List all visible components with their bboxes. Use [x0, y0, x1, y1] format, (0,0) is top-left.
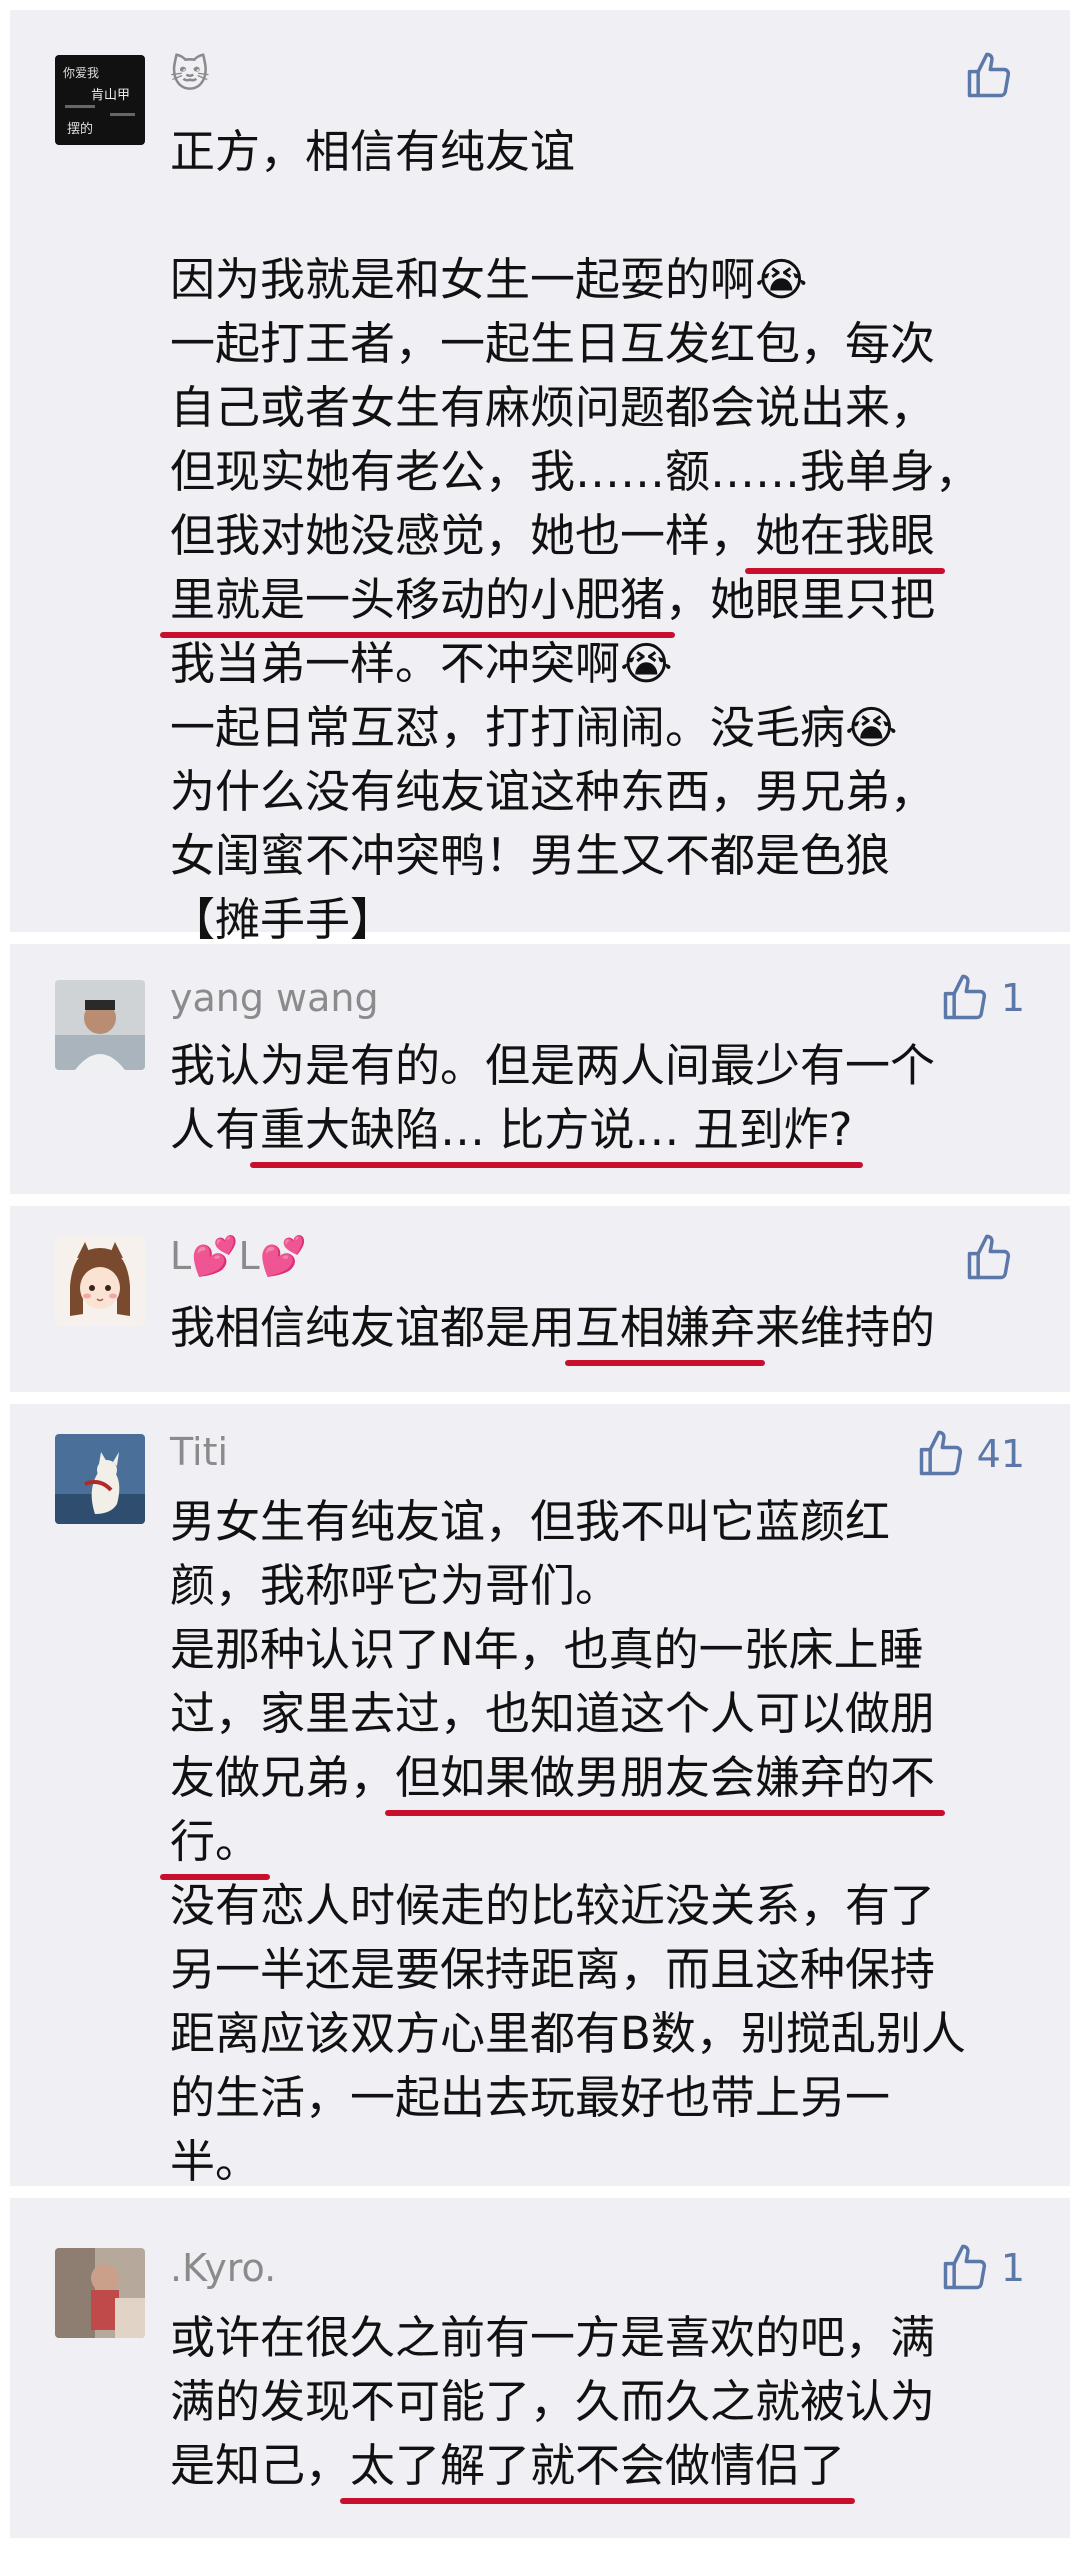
underlined-text: 但如果做男朋友会嫌弃的不 [385, 1746, 946, 1816]
like-button[interactable]: 1 [939, 2242, 1025, 2294]
avatar[interactable] [55, 1236, 145, 1326]
underlined-text: 她在我眼 [745, 504, 946, 574]
thumbs-up-icon [943, 2244, 986, 2290]
text-line: 为什么没有纯友谊这种东西，男兄弟， [170, 765, 936, 818]
underlined-text: 太了解了就不会做情侣了 [340, 2434, 856, 2504]
text-line: 友做兄弟，但如果做男朋友会嫌弃的不 [170, 1746, 1050, 1816]
like-count: 1 [1000, 2246, 1025, 2290]
text-line: 或许在很久之前有一方是喜欢的吧，满 [170, 2311, 936, 2364]
comment-card: L💕L💕 我相信纯友谊都是用互相嫌弃来维持的 [10, 1206, 1070, 1392]
like-button[interactable]: 1 [939, 972, 1025, 1024]
comment-text: 我认为是有的。但是两人间最少有一个 人有重大缺陷… 比方说… 丑到炸? [170, 1034, 1050, 1168]
comment-card: yang wang 1 我认为是有的。但是两人间最少有一个 人有重大缺陷… 比方… [10, 944, 1070, 1194]
text-segment: 我相信纯友谊都是用 [170, 1301, 576, 1354]
underlined-text: 里就是一头移动的小肥猪 [159, 568, 676, 638]
underlined-text: 重大缺陷… 比方说… 丑到炸? [250, 1098, 863, 1168]
text-line: 自己或者女生有麻烦问题都会说出来， [170, 381, 936, 434]
text-line: 距离应该双方心里都有B数，别搅乱别人 [170, 2007, 966, 2060]
comment-card: Titi 41 男女生有纯友谊，但我不叫它蓝颜红 颜，我称呼它为哥们。 是那种认… [10, 1404, 1070, 2188]
underlined-text: 互相嫌弃 [565, 1296, 766, 1366]
like-button[interactable]: 41 [915, 1428, 1025, 1480]
text-segment: 人有 [170, 1103, 261, 1156]
text-line: 因为我就是和女生一起耍的啊😭 [170, 253, 808, 306]
comment-text: 正方，相信有纯友谊 因为我就是和女生一起耍的啊😭 一起打王者，一起生日互发红包，… [159, 120, 1050, 952]
text-line: 但现实她有老公，我……额……我单身， [170, 445, 981, 498]
text-segment: 是知己， [170, 2439, 351, 2492]
text-segment: ，她眼里只把 [665, 573, 936, 626]
like-count: 41 [976, 1432, 1025, 1476]
underlined-text: 行。 [159, 1810, 271, 1880]
text-line: 过，家里去过，也知道这个人可以做朋 [170, 1687, 936, 1740]
text-line: 女闺蜜不冲突鸭！男生又不都是色狼 [170, 829, 891, 882]
text-line: 我相信纯友谊都是用互相嫌弃来维持的 [170, 1296, 1050, 1366]
text-line: 但我对她没感觉，她也一样，她在我眼 [170, 504, 1050, 574]
avatar[interactable] [55, 1434, 145, 1524]
username[interactable]: Titi [170, 1430, 228, 1474]
text-line: 一起日常互怼，打打闹闹。没毛病😭 [170, 701, 898, 754]
text-segment: 但我对她没感觉，她也一样， [170, 509, 756, 562]
comment-card: .Kyro. 1 或许在很久之前有一方是喜欢的吧，满 满的发现不可能了，久而久之… [10, 2198, 1070, 2538]
username[interactable]: L💕L💕 [170, 1234, 307, 1279]
text-line [170, 184, 1050, 248]
text-line: 没有恋人时候走的比较近没关系，有了 [170, 1879, 936, 1932]
avatar[interactable] [55, 2248, 145, 2338]
text-segment: 友做兄弟， [170, 1751, 396, 1804]
thumbs-up-icon [967, 52, 1011, 98]
text-line: 【摊手手】 [170, 893, 396, 946]
text-line: 另一半还是要保持距离，而且这种保持 [170, 1943, 936, 1996]
username[interactable]: .Kyro. [170, 2246, 276, 2290]
text-segment: 来维持的 [755, 1301, 936, 1354]
username[interactable]: yang wang [170, 976, 379, 1020]
text-line: 我当弟一样。不冲突啊😭 [170, 637, 673, 690]
text-line: 半。 [170, 2135, 261, 2188]
text-line: 行。 [159, 1810, 1050, 1880]
text-line: 男女生有纯友谊，但我不叫它蓝颜红 [170, 1495, 891, 1548]
text-line: 是知己，太了解了就不会做情侣了 [170, 2434, 1050, 2504]
text-line: 一起打王者，一起生日互发红包，每次 [170, 317, 936, 370]
comment-text: 或许在很久之前有一方是喜欢的吧，满 满的发现不可能了，久而久之就被认为 是知己，… [170, 2306, 1050, 2504]
text-line: 里就是一头移动的小肥猪，她眼里只把 [159, 568, 1050, 638]
comment-text: 男女生有纯友谊，但我不叫它蓝颜红 颜，我称呼它为哥们。 是那种认识了N年，也真的… [159, 1490, 1050, 2194]
comment-text: 我相信纯友谊都是用互相嫌弃来维持的 [170, 1296, 1050, 1366]
text-line: 的生活，一起出去玩最好也带上另一 [170, 2071, 891, 2124]
text-line: 正方，相信有纯友谊 [170, 125, 576, 178]
text-line: 满的发现不可能了，久而久之就被认为 [170, 2375, 936, 2428]
thumbs-up-icon [967, 1234, 1011, 1280]
thumbs-up-icon [943, 974, 986, 1020]
text-line: 人有重大缺陷… 比方说… 丑到炸? [170, 1098, 1050, 1168]
text-line: 颜，我称呼它为哥们。 [170, 1559, 621, 1612]
avatar-text: 肯山甲 [91, 88, 130, 103]
avatar[interactable]: 你爱我 肯山甲 摆的 [55, 55, 145, 145]
text-line: 我认为是有的。但是两人间最少有一个 [170, 1039, 936, 1092]
avatar-text: 你爱我 [63, 66, 99, 80]
like-button[interactable] [963, 1232, 1025, 1284]
username[interactable]: 🐱 [170, 52, 210, 96]
like-button[interactable] [963, 50, 1025, 102]
avatar-text: 摆的 [67, 121, 93, 137]
avatar[interactable] [55, 980, 145, 1070]
comment-card: 你爱我 肯山甲 摆的 🐱 正方，相信有纯友谊 因为我就是和女生一起耍的啊😭 一起… [10, 10, 1070, 946]
like-count: 1 [1000, 976, 1025, 1020]
text-line: 是那种认识了N年，也真的一张床上睡 [170, 1623, 924, 1676]
thumbs-up-icon [919, 1430, 962, 1476]
